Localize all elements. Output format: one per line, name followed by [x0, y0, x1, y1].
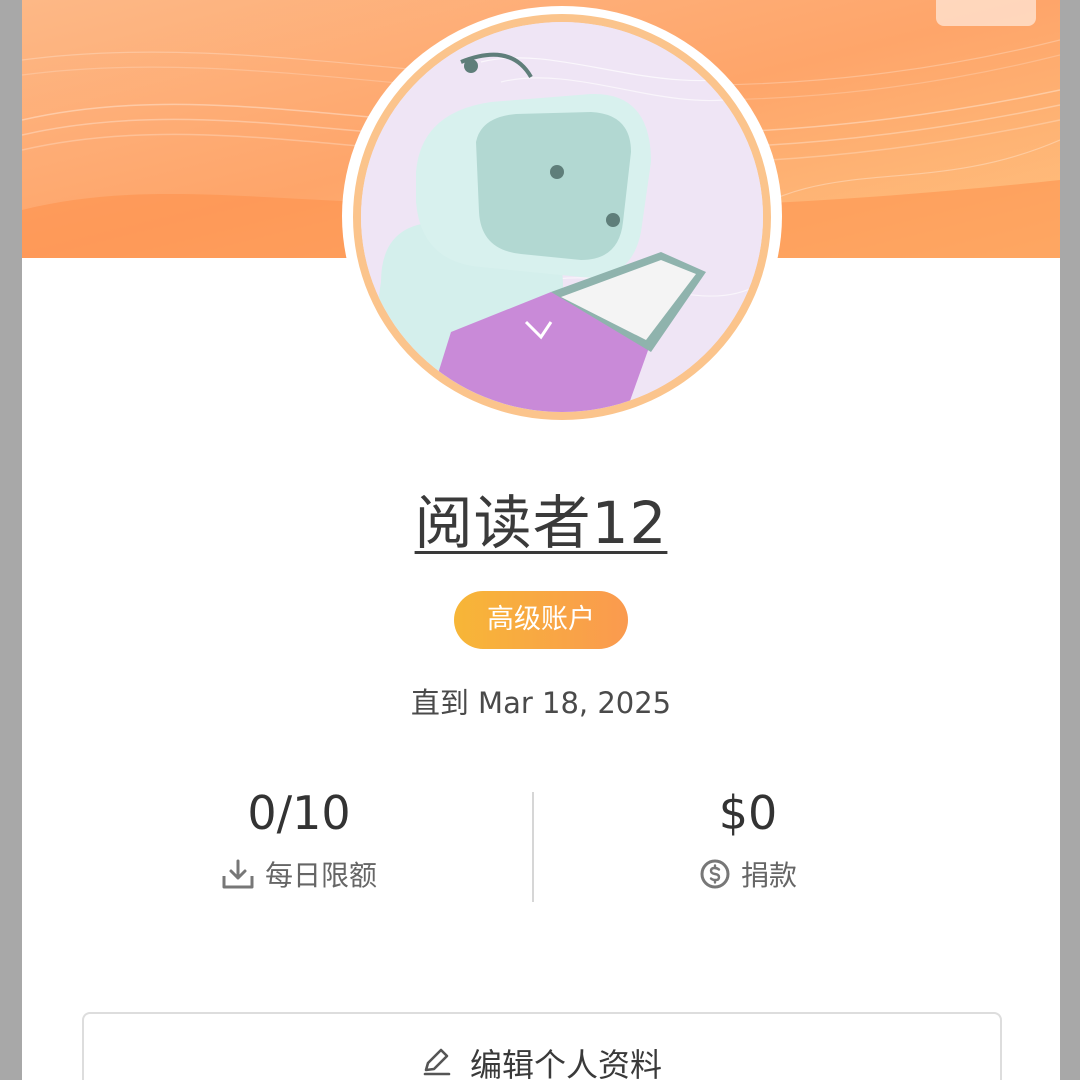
daily-quota-label: 每日限额: [264, 859, 377, 892]
membership-expiry: 直到 Mar 18, 2025: [410, 686, 672, 720]
dollar-circle-icon: [699, 858, 731, 890]
profile-card: 阅读者12 高级账户 直到 Mar 18, 2025 0/10 每日限额 $0: [22, 0, 1060, 1080]
download-icon: [221, 858, 255, 890]
username[interactable]: 阅读者12: [22, 476, 1060, 560]
donation-label-row: 捐款: [538, 854, 958, 894]
donation-label: 捐款: [740, 859, 797, 892]
daily-quota-label-row: 每日限额: [89, 854, 509, 894]
donation-stat: $0 捐款: [538, 780, 958, 894]
pencil-icon: [422, 1040, 452, 1076]
edit-profile-button[interactable]: 编辑个人资料: [82, 1012, 1002, 1080]
daily-quota-stat: 0/10 每日限额: [89, 780, 509, 894]
stats-divider: [532, 792, 534, 902]
edit-profile-label: 编辑个人资料: [469, 1046, 662, 1080]
banner-corner-button[interactable]: [936, 0, 1036, 26]
donation-value: $0: [718, 786, 778, 840]
avatar[interactable]: [353, 14, 771, 420]
daily-quota-value: 0/10: [247, 786, 351, 840]
premium-badge: 高级账户: [454, 591, 628, 649]
